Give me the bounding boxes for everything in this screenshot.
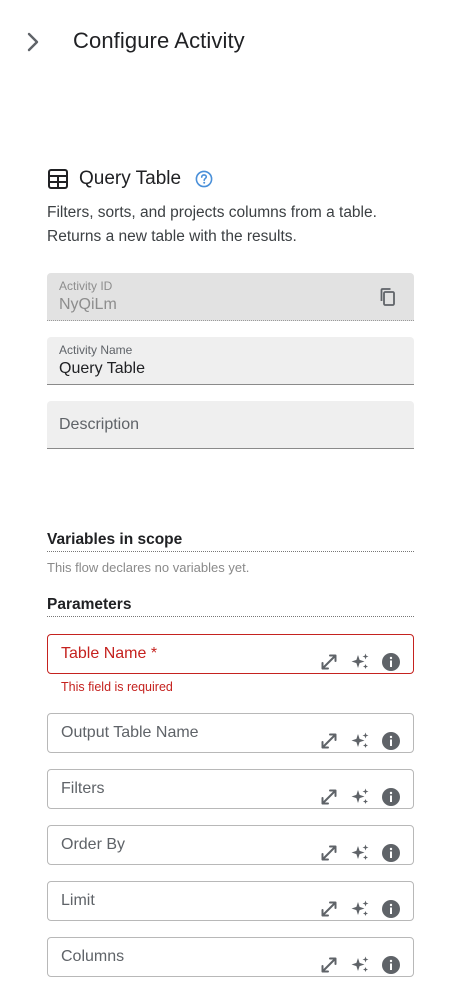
param-filters-label: Filters	[61, 780, 105, 797]
parameters-section-title: Parameters	[47, 596, 414, 617]
param-order-by-label: Order By	[61, 836, 126, 853]
info-icon[interactable]	[381, 899, 401, 919]
help-circle-icon[interactable]	[195, 170, 213, 188]
param-actions	[308, 730, 401, 752]
activity-name-value[interactable]: Query Table	[59, 360, 145, 378]
expand-icon[interactable]	[319, 899, 339, 919]
expand-icon[interactable]	[319, 955, 339, 975]
activity-id-label: Activity ID	[59, 279, 113, 293]
param-order-by[interactable]: Order By	[47, 825, 414, 865]
param-columns[interactable]: Columns	[47, 937, 414, 977]
sparkle-icon[interactable]	[350, 899, 370, 919]
activity-description: Filters, sorts, and projects columns fro…	[47, 201, 417, 249]
variables-section-title: Variables in scope	[47, 531, 414, 552]
activity-heading: Query Table	[47, 166, 417, 192]
param-limit-label: Limit	[61, 892, 95, 909]
param-output-table-name-label: Output Table Name	[61, 724, 199, 741]
info-icon[interactable]	[381, 955, 401, 975]
page-title: Configure Activity	[73, 28, 245, 53]
param-limit[interactable]: Limit	[47, 881, 414, 921]
param-table-name-label: Table Name *	[61, 645, 158, 662]
activity-description-line-2: Returns a new table with the results.	[47, 228, 297, 245]
param-actions	[308, 842, 401, 864]
sparkle-icon[interactable]	[350, 787, 370, 807]
sparkle-icon[interactable]	[350, 731, 370, 751]
param-actions	[308, 898, 401, 920]
param-filters[interactable]: Filters	[47, 769, 414, 809]
chevron-right-icon[interactable]	[22, 30, 44, 54]
variables-empty-text: This flow declares no variables yet.	[47, 560, 250, 575]
activity-id-value: NyQiLm	[59, 296, 117, 313]
sparkle-icon[interactable]	[350, 955, 370, 975]
param-actions	[308, 786, 401, 808]
param-output-table-name[interactable]: Output Table Name	[47, 713, 414, 753]
expand-icon[interactable]	[319, 787, 339, 807]
param-actions	[308, 954, 401, 976]
table-icon	[48, 169, 68, 189]
param-table-name[interactable]: Table Name *	[47, 634, 414, 674]
info-icon[interactable]	[381, 787, 401, 807]
table-name-error: This field is required	[61, 680, 173, 694]
activity-id-field: Activity ID NyQiLm	[47, 273, 414, 321]
description-field[interactable]: Description	[47, 401, 414, 449]
expand-icon[interactable]	[319, 731, 339, 751]
sparkle-icon[interactable]	[350, 843, 370, 863]
info-icon[interactable]	[381, 652, 401, 672]
activity-name-label: Activity Name	[59, 343, 133, 357]
copy-icon[interactable]	[378, 287, 398, 307]
activity-name-field[interactable]: Activity Name Query Table	[47, 337, 414, 385]
sparkle-icon[interactable]	[350, 652, 370, 672]
activity-description-line-1: Filters, sorts, and projects columns fro…	[47, 204, 377, 221]
expand-icon[interactable]	[319, 843, 339, 863]
info-icon[interactable]	[381, 843, 401, 863]
panel-header: Configure Activity	[0, 0, 470, 84]
activity-title: Query Table	[79, 168, 182, 189]
param-actions	[308, 651, 401, 673]
info-icon[interactable]	[381, 731, 401, 751]
description-placeholder: Description	[59, 416, 140, 433]
expand-icon[interactable]	[319, 652, 339, 672]
param-columns-label: Columns	[61, 948, 125, 965]
